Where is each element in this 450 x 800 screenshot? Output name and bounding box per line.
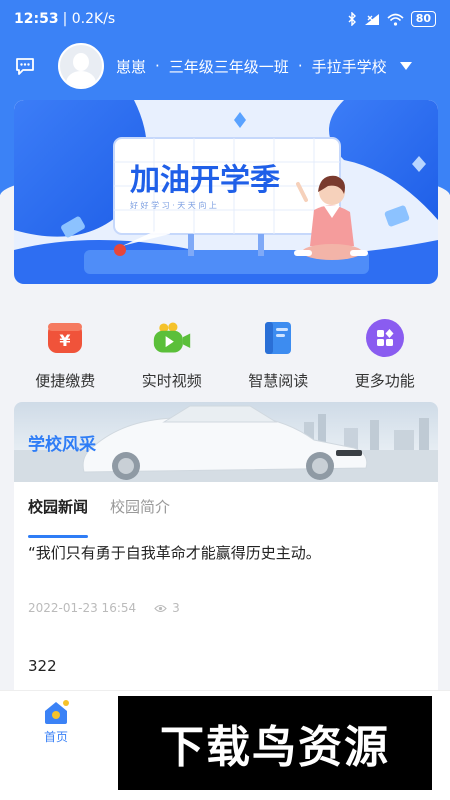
school-name: 手拉手学校 — [311, 57, 387, 76]
tab-campus-intro[interactable]: 校园简介 — [110, 496, 170, 528]
status-bar: 12:53 | 0.2K/s 80 — [0, 0, 450, 38]
video-camera-icon — [152, 318, 192, 358]
status-time: 12:53 — [14, 11, 59, 27]
news-body: 322 — [28, 657, 57, 675]
watermark-text: 下载鸟资源 — [160, 722, 390, 773]
campus-title: 学校风采 — [28, 435, 96, 455]
feature-more[interactable]: 更多功能 — [335, 300, 435, 400]
banner-subtitle: 好 好 学 习 · 天 天 向 上 — [130, 200, 217, 210]
views-count: 3 — [172, 601, 180, 615]
news-title[interactable]: “我们只有勇于自我革命才能赢得历史主动。 — [14, 528, 438, 563]
feature-label: 便捷缴费 — [35, 372, 96, 390]
wifi-icon — [387, 13, 404, 26]
class-name: 三年级三年级一班 — [168, 57, 289, 76]
watermark: 下载鸟资源 — [118, 696, 432, 790]
feature-label: 实时视频 — [141, 372, 202, 390]
tab-campus-news[interactable]: 校园新闻 — [28, 496, 89, 538]
battery-indicator: 80 — [410, 11, 436, 27]
grid-more-icon — [365, 318, 405, 358]
news-views: 3 — [154, 601, 180, 615]
user-name: 崽崽 — [116, 57, 147, 76]
status-icons: 80 — [347, 11, 436, 27]
campus-card: 学校风采 校园新闻 校园简介 “我们只有勇于自我革命才能赢得历史主动。 2022… — [14, 402, 438, 702]
user-bar: 崽崽 · 三年级三年级一班 · 手拉手学校 — [0, 40, 450, 92]
feature-video[interactable]: 实时视频 — [122, 300, 222, 400]
eye-icon — [154, 604, 167, 612]
feature-label: 更多功能 — [354, 372, 415, 390]
news-tabs: 校园新闻 校园简介 — [14, 482, 438, 538]
svg-text:¥: ¥ — [60, 331, 71, 350]
feature-payment[interactable]: ¥ 便捷缴费 — [15, 300, 115, 400]
network-speed: | 0.2K/s — [62, 11, 116, 27]
separator: · — [155, 57, 160, 75]
message-icon[interactable] — [14, 55, 36, 77]
signal-icon — [364, 13, 379, 25]
tab-home[interactable]: 首页 — [36, 699, 76, 745]
avatar[interactable] — [58, 43, 104, 89]
caret-down-icon — [399, 62, 412, 70]
campus-banner[interactable]: 学校风采 — [14, 402, 438, 482]
banner[interactable]: 加油开学季 好 好 学 习 · 天 天 向 上 — [14, 100, 438, 284]
feature-grid: ¥ 便捷缴费 实时视频 智慧阅读 更多功能 — [0, 300, 450, 400]
home-icon — [45, 700, 69, 724]
feature-label: 智慧阅读 — [248, 372, 309, 390]
news-meta: 2022-01-23 16:54 3 — [14, 563, 438, 615]
feature-reading[interactable]: 智慧阅读 — [228, 300, 328, 400]
yuan-payment-icon: ¥ — [45, 318, 85, 358]
bluetooth-icon — [348, 12, 356, 26]
class-selector[interactable]: 崽崽 · 三年级三年级一班 · 手拉手学校 — [116, 56, 412, 77]
news-date: 2022-01-23 16:54 — [28, 601, 137, 615]
banner-title: 加油开学季 — [130, 163, 280, 197]
separator: · — [297, 57, 303, 75]
book-icon — [258, 318, 298, 358]
banner-illustration: 加油开学季 好 好 学 习 · 天 天 向 上 — [14, 100, 438, 284]
tab-home-label: 首页 — [43, 730, 68, 744]
